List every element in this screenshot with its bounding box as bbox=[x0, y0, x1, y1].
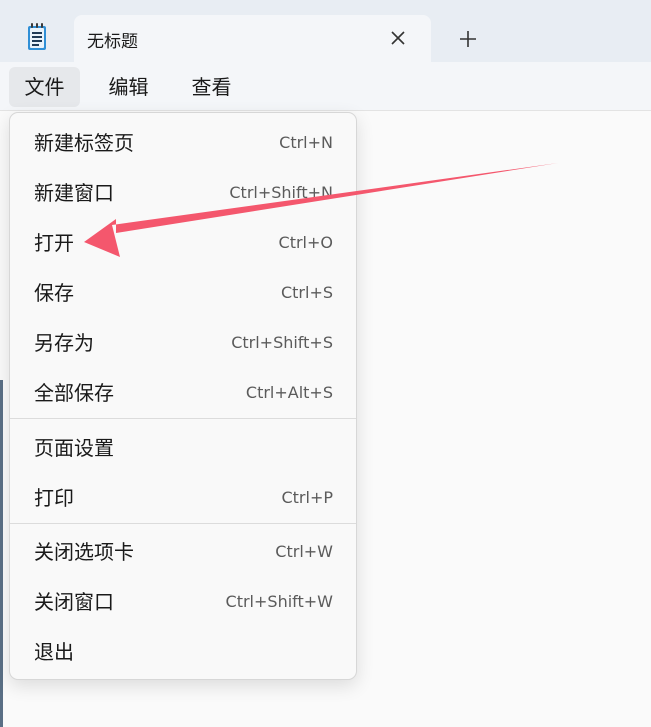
menu-item-save-all[interactable]: 全部保存 Ctrl+Alt+S bbox=[10, 368, 356, 418]
menu-item-shortcut: Ctrl+Shift+S bbox=[231, 333, 333, 352]
menu-item-close-window[interactable]: 关闭窗口 Ctrl+Shift+W bbox=[10, 577, 356, 627]
menu-item-label: 另存为 bbox=[34, 331, 94, 355]
menu-item-save-as[interactable]: 另存为 Ctrl+Shift+S bbox=[10, 318, 356, 368]
menu-item-shortcut: Ctrl+W bbox=[275, 542, 333, 561]
menu-item-label: 新建窗口 bbox=[34, 181, 114, 205]
menu-item-label: 打印 bbox=[34, 486, 74, 510]
menu-item-shortcut: Ctrl+S bbox=[280, 283, 333, 302]
menu-item-label: 打开 bbox=[34, 231, 74, 255]
tab-untitled[interactable]: 无标题 bbox=[74, 15, 431, 62]
menu-item-shortcut: Ctrl+Alt+S bbox=[245, 383, 333, 402]
menu-item-open[interactable]: 打开 Ctrl+O bbox=[10, 218, 356, 268]
menu-item-exit[interactable]: 退出 bbox=[10, 627, 356, 677]
menu-file[interactable]: 文件 bbox=[9, 67, 80, 107]
tab-strip: 无标题 bbox=[0, 0, 651, 62]
menu-item-new-window[interactable]: 新建窗口 Ctrl+Shift+N bbox=[10, 168, 356, 218]
menu-item-shortcut: Ctrl+O bbox=[278, 233, 333, 252]
menu-item-shortcut: Ctrl+Shift+N bbox=[229, 183, 333, 202]
menu-item-shortcut: Ctrl+Shift+W bbox=[225, 592, 333, 611]
menu-item-label: 全部保存 bbox=[34, 381, 114, 405]
menu-item-shortcut: Ctrl+N bbox=[279, 133, 333, 152]
menu-item-label: 关闭选项卡 bbox=[34, 540, 134, 564]
menu-item-page-setup[interactable]: 页面设置 bbox=[10, 423, 356, 473]
menu-item-label: 页面设置 bbox=[34, 436, 114, 460]
menu-item-label: 关闭窗口 bbox=[34, 590, 114, 614]
menu-edit[interactable]: 编辑 bbox=[93, 67, 164, 107]
notepad-window: 无标题 文件 编辑 查看 新建标签页 Ctrl+N 新建窗口 Ctrl+Shif… bbox=[0, 0, 651, 727]
window-edge bbox=[0, 380, 3, 727]
menu-separator bbox=[10, 418, 356, 419]
menu-item-save[interactable]: 保存 Ctrl+S bbox=[10, 268, 356, 318]
plus-icon[interactable] bbox=[456, 27, 480, 51]
menu-item-label: 新建标签页 bbox=[34, 131, 134, 155]
menu-item-label: 退出 bbox=[34, 640, 74, 664]
menu-item-shortcut: Ctrl+P bbox=[281, 488, 333, 507]
menu-bar: 文件 编辑 查看 bbox=[0, 62, 651, 111]
menu-separator bbox=[10, 523, 356, 524]
menu-item-label: 保存 bbox=[34, 281, 74, 305]
menu-item-close-tab[interactable]: 关闭选项卡 Ctrl+W bbox=[10, 527, 356, 577]
menu-item-print[interactable]: 打印 Ctrl+P bbox=[10, 473, 356, 523]
file-menu-dropdown: 新建标签页 Ctrl+N 新建窗口 Ctrl+Shift+N 打开 Ctrl+O… bbox=[9, 112, 357, 680]
tab-title: 无标题 bbox=[87, 32, 138, 52]
menu-view[interactable]: 查看 bbox=[176, 67, 247, 107]
menu-item-new-tab[interactable]: 新建标签页 Ctrl+N bbox=[10, 118, 356, 168]
close-icon[interactable] bbox=[387, 27, 409, 49]
notepad-icon bbox=[28, 23, 46, 50]
